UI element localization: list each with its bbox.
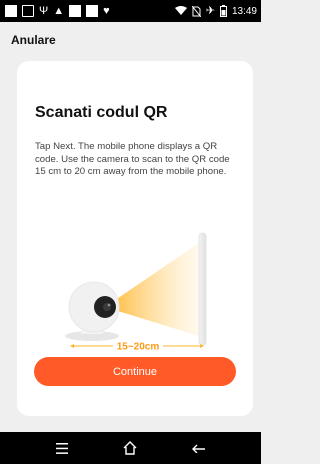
- back-icon: [191, 444, 205, 453]
- square-icon: [69, 5, 82, 17]
- navigation-bar: [0, 432, 261, 464]
- airplane-mode-icon: ✈: [205, 5, 215, 17]
- phone-icon: [198, 232, 207, 346]
- home-icon: [123, 441, 137, 455]
- status-time: 13:49: [231, 5, 257, 17]
- status-right-icons: ✈ 13:49: [174, 5, 257, 17]
- warning-icon: ▲: [53, 5, 65, 17]
- instructions-text: Tap Next. The mobile phone displays a QR…: [35, 141, 230, 178]
- page-title: Scanati codul QR: [35, 104, 168, 121]
- status-left-icons: Ψ ▲ ♥: [5, 5, 110, 17]
- home-button[interactable]: [115, 436, 145, 460]
- top-bar: Anulare: [0, 22, 261, 58]
- no-sim-icon: [191, 5, 201, 17]
- square-icon-2: [86, 5, 99, 17]
- continue-button[interactable]: Continue: [34, 357, 236, 386]
- camera-icon: [65, 281, 120, 341]
- shield-icon: ♥: [103, 5, 110, 17]
- camera-scan-illustration: 15~20cm: [65, 232, 207, 353]
- scan-beam: [105, 241, 202, 337]
- wifi-icon: [174, 6, 187, 15]
- usb-icon: Ψ: [39, 5, 49, 17]
- battery-icon: [219, 5, 227, 17]
- cancel-button[interactable]: Anulare: [11, 33, 56, 47]
- menu-icon: [56, 442, 69, 454]
- status-bar: Ψ ▲ ♥ ✈ 13:49: [0, 0, 261, 22]
- back-button[interactable]: [184, 436, 214, 460]
- qr-instructions-card: Scanati codul QR Tap Next. The mobile ph…: [17, 61, 253, 416]
- image-icon: [22, 5, 34, 17]
- notification-square-icon: [5, 5, 17, 17]
- distance-label: 15~20cm: [117, 342, 160, 353]
- distance-indicator: 15~20cm: [70, 342, 204, 353]
- menu-button[interactable]: [47, 436, 77, 460]
